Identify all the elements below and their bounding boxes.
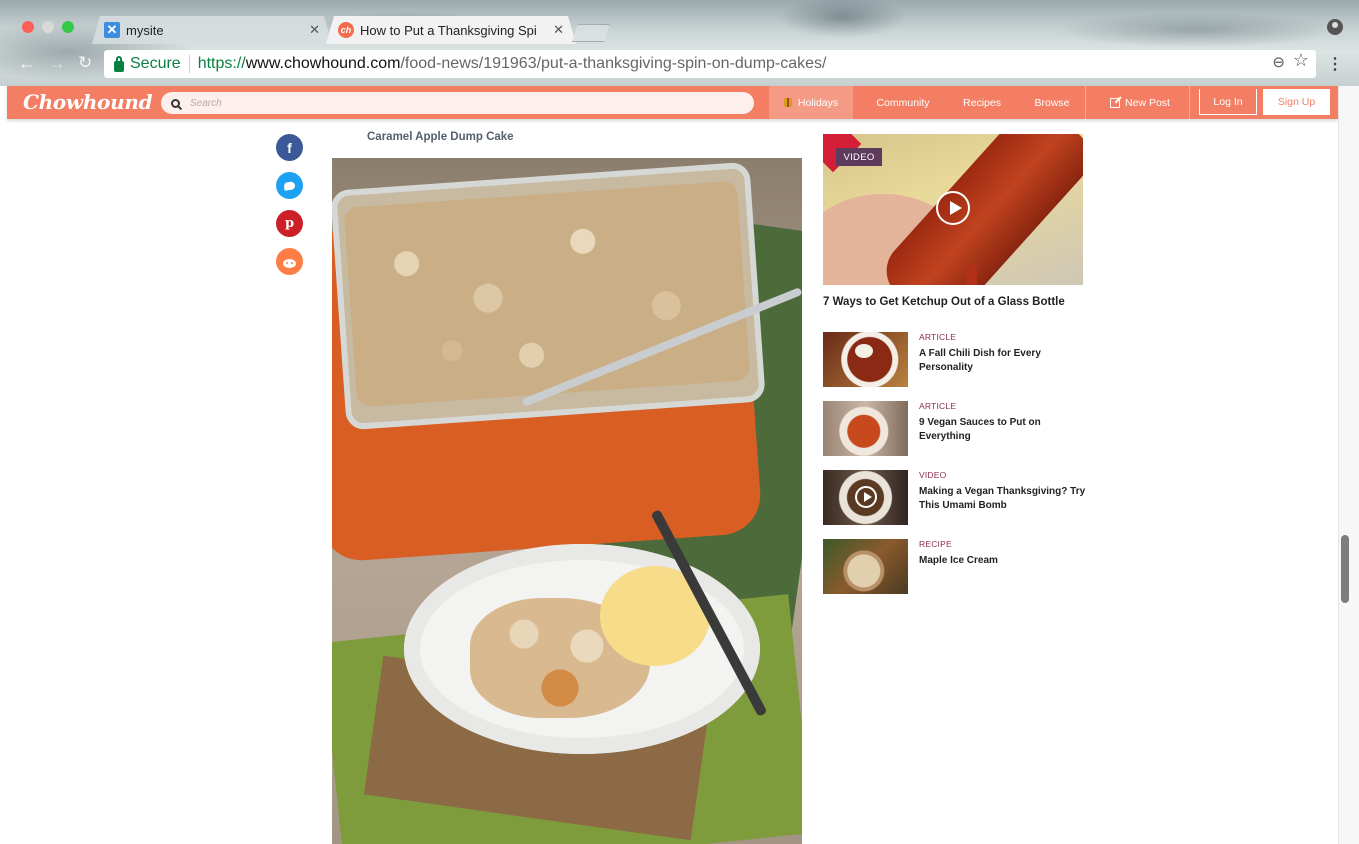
lock-icon [114, 55, 124, 72]
twitter-icon [283, 180, 296, 191]
forward-arrow-icon[interactable]: → [48, 53, 66, 74]
edit-icon [1110, 97, 1121, 108]
facebook-icon: f [287, 139, 292, 156]
divider [188, 55, 190, 73]
nav-divider [1085, 86, 1086, 119]
card-type: RECIPE [919, 539, 952, 549]
nav-divider [1189, 86, 1190, 119]
site-header: Chowhound Holidays Community Recipes Bro… [7, 86, 1338, 119]
nav-holidays-label: Holidays [797, 96, 839, 109]
tab-close-icon[interactable]: ✕ [547, 22, 564, 38]
scrollbar-track[interactable] [1338, 86, 1359, 844]
tab-close-icon[interactable]: ✕ [303, 22, 320, 38]
new-post-button[interactable]: New Post [1099, 86, 1181, 119]
reddit-icon [283, 258, 296, 268]
nav-recipes[interactable]: Recipes [949, 86, 1015, 119]
sign-up-button[interactable]: Sign Up [1263, 89, 1330, 115]
tab-mysite[interactable]: ✕ mysite ✕ [92, 16, 332, 44]
browser-chrome: ✕ mysite ✕ ch How to Put a Thanksgiving … [0, 0, 1359, 86]
log-in-button[interactable]: Log In [1199, 89, 1257, 115]
dump-cake-photo [332, 158, 802, 844]
card-type: VIDEO [919, 470, 947, 480]
search-input[interactable] [190, 97, 730, 109]
nav-browse[interactable]: Browse [1019, 86, 1085, 119]
card-title[interactable]: 9 Vegan Sauces to Put on Everything [919, 416, 1089, 443]
secure-label: Secure [130, 55, 181, 72]
reddit-share-button[interactable] [276, 248, 303, 275]
url-path: /food-news/191963/put-a-thanksgiving-spi… [400, 55, 827, 72]
facebook-share-button[interactable]: f [276, 134, 303, 161]
pinterest-share-button[interactable]: p [276, 210, 303, 237]
fullscreen-window-button[interactable] [62, 21, 74, 33]
address-bar[interactable]: Secure https:// www.chowhound.com /food-… [104, 50, 1316, 78]
tab-title: How to Put a Thanksgiving Spi [360, 22, 537, 38]
url-scheme: https:// [197, 55, 246, 72]
url-host: www.chowhound.com [245, 55, 401, 72]
minimize-window-button[interactable] [42, 21, 54, 33]
chowhound-logo[interactable]: Chowhound [23, 90, 153, 114]
tab-chowhound[interactable]: ch How to Put a Thanksgiving Spi ✕ [326, 16, 576, 44]
profile-icon[interactable] [1327, 19, 1343, 35]
play-icon[interactable] [936, 191, 970, 225]
image-caption: Caramel Apple Dump Cake [367, 131, 514, 143]
card-thumbnail[interactable] [823, 332, 908, 387]
chowhound-favicon-icon: ch [338, 22, 354, 38]
zoom-icon[interactable]: ⊖ [1272, 53, 1285, 71]
toolbar: ← → ↻ Secure https:// www.chowhound.com … [0, 46, 1359, 84]
reload-icon[interactable]: ↻ [78, 53, 92, 73]
featured-title[interactable]: 7 Ways to Get Ketchup Out of a Glass Bot… [823, 296, 1065, 308]
back-arrow-icon[interactable]: ← [18, 53, 36, 74]
pinterest-icon: p [284, 216, 295, 231]
card-type: ARTICLE [919, 332, 957, 342]
nav-holidays[interactable]: Holidays [769, 86, 853, 119]
card-thumbnail[interactable] [823, 470, 908, 525]
menu-dots-icon[interactable]: ⋮ [1327, 54, 1343, 74]
play-icon [855, 486, 877, 508]
gift-icon [783, 98, 792, 107]
card-thumbnail[interactable] [823, 539, 908, 594]
bookmark-star-icon[interactable]: ☆ [1293, 50, 1309, 71]
twitter-share-button[interactable] [276, 172, 303, 199]
scrollbar-thumb[interactable] [1341, 535, 1349, 603]
card-title[interactable]: Making a Vegan Thanksgiving? Try This Um… [919, 485, 1089, 512]
search-icon [171, 98, 180, 108]
search-bar[interactable] [161, 92, 754, 114]
new-post-label: New Post [1125, 96, 1170, 109]
card-thumbnail[interactable] [823, 401, 908, 456]
video-badge: VIDEO [836, 148, 882, 166]
card-type: ARTICLE [919, 401, 957, 411]
card-title[interactable]: Maple Ice Cream [919, 554, 1089, 568]
tab-title: mysite [126, 22, 164, 38]
card-title[interactable]: A Fall Chili Dish for Every Personality [919, 347, 1089, 374]
nav-community[interactable]: Community [863, 86, 943, 119]
mysite-favicon-icon: ✕ [104, 22, 120, 38]
close-window-button[interactable] [22, 21, 34, 33]
new-tab-button[interactable] [572, 24, 610, 42]
